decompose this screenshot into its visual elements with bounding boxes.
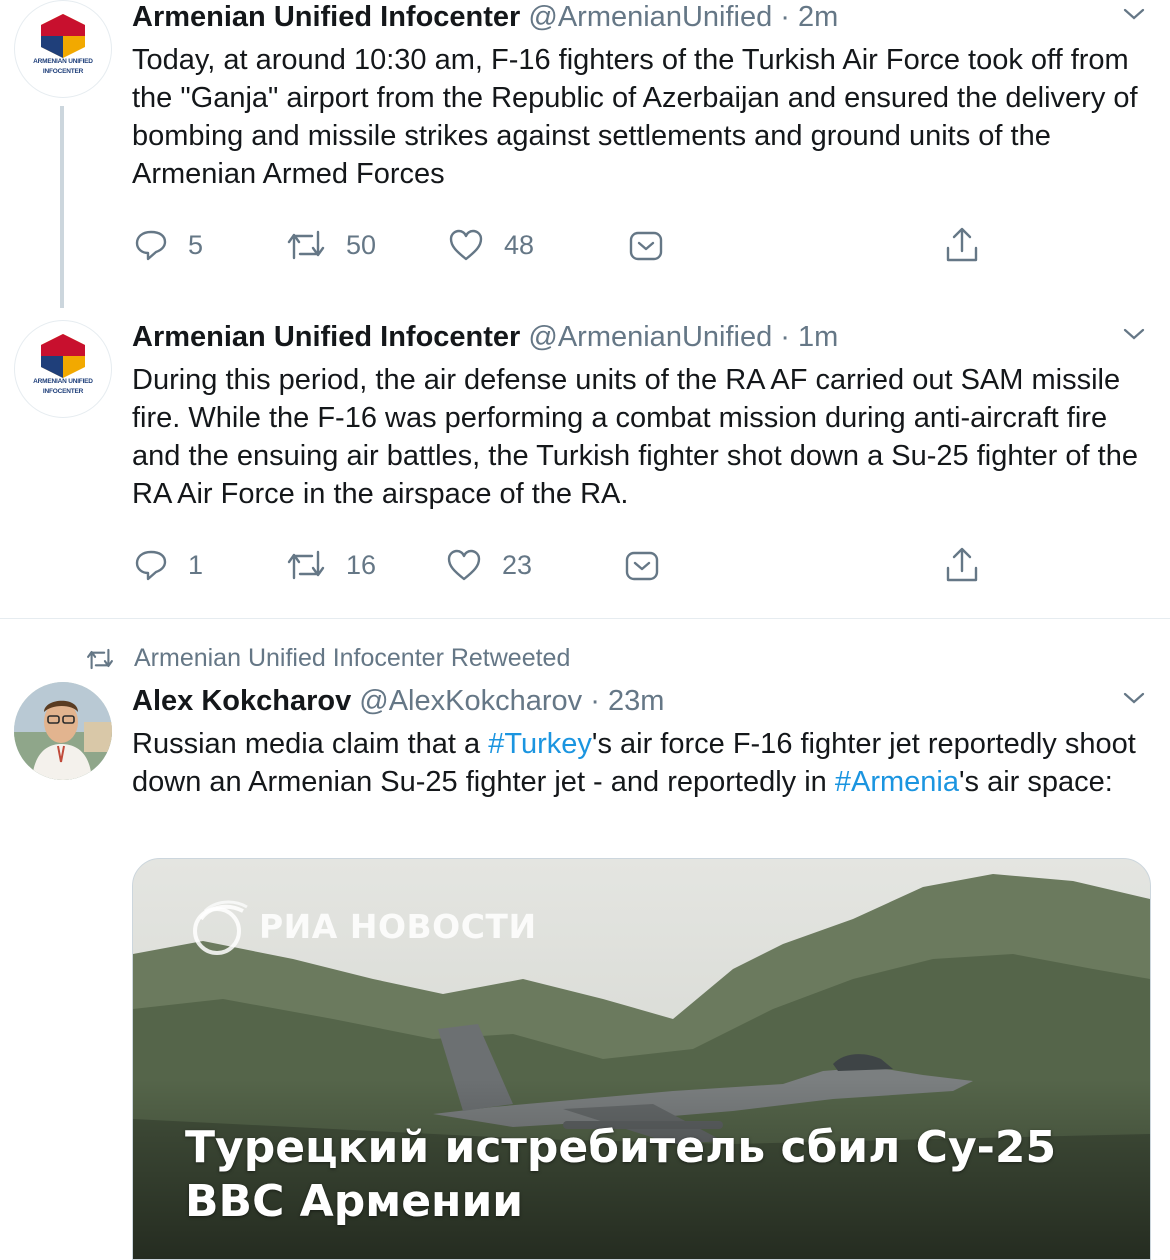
chevron-down-icon[interactable] (1122, 326, 1146, 342)
armenian-unified-logo (41, 334, 85, 378)
tweet-2[interactable]: ARMENIAN UNIFIED INFOCENTER Armenian Uni… (0, 320, 1170, 618)
author-name[interactable]: Alex Kokcharov (132, 685, 351, 717)
hashtag-link[interactable]: #Armenia (835, 766, 959, 798)
author-handle[interactable]: @AlexKokcharov (359, 685, 582, 717)
bookmark-icon (629, 231, 663, 261)
timestamp[interactable]: 23m (608, 685, 664, 717)
separator: · (780, 1, 790, 33)
tweet-text: Today, at around 10:30 am, F-16 fighters… (132, 44, 1138, 190)
retweet-count: 50 (346, 229, 377, 260)
tweet-header: Alex Kokcharov @AlexKokcharov · 23m (132, 684, 664, 718)
avatar[interactable]: ARMENIAN UNIFIED INFOCENTER (14, 320, 112, 418)
reply-button[interactable]: 1 (134, 548, 203, 582)
chevron-down-icon[interactable] (1122, 690, 1146, 706)
tweet-text: Russian media claim that a #Turkey's air… (132, 728, 1136, 798)
like-count: 23 (502, 549, 533, 580)
author-name[interactable]: Armenian Unified Infocenter (132, 321, 520, 353)
share-button[interactable] (944, 546, 980, 584)
logo-caption: ARMENIAN UNIFIED INFOCENTER (33, 378, 93, 395)
tweet-header: Armenian Unified Infocenter @ArmenianUni… (132, 0, 838, 34)
retweet-button[interactable]: 16 (286, 548, 376, 582)
thread-line (60, 106, 64, 308)
tweet-text: During this period, the air defense unit… (132, 364, 1138, 510)
retweet-icon (87, 648, 113, 669)
share-icon (946, 547, 978, 582)
link-card[interactable]: РИА НОВОСТИ Турецкий истребитель сбил Су… (132, 858, 1151, 1260)
reply-count: 5 (188, 229, 204, 260)
tweet-1[interactable]: ARMENIAN UNIFIED INFOCENTER Armenian Uni… (0, 0, 1170, 308)
like-count: 48 (504, 229, 535, 260)
tweet-header: Armenian Unified Infocenter @ArmenianUni… (132, 320, 838, 354)
retweet-count: 16 (346, 549, 377, 580)
heart-icon (449, 229, 483, 261)
separator: · (780, 321, 790, 353)
reply-icon (135, 230, 167, 261)
author-name[interactable]: Armenian Unified Infocenter (132, 1, 520, 33)
reply-count: 1 (188, 549, 204, 580)
profile-photo (14, 682, 112, 780)
retweeted-label: Armenian Unified Infocenter Retweeted (134, 644, 571, 672)
card-title: Турецкий истребитель сбил Су-25 ВВС Арме… (185, 1122, 1057, 1227)
logo-caption: ARMENIAN UNIFIED INFOCENTER (33, 58, 93, 75)
retweet-button[interactable]: 50 (286, 228, 376, 262)
avatar[interactable] (14, 682, 112, 780)
bookmark-icon (625, 551, 659, 581)
heart-icon (447, 549, 481, 581)
retweet-icon (287, 550, 325, 580)
share-button[interactable] (944, 226, 980, 264)
ria-text: РИА НОВОСТИ (259, 906, 537, 946)
chevron-down-icon[interactable] (1122, 6, 1146, 22)
divider (0, 618, 1170, 619)
author-handle[interactable]: @ArmenianUnified (528, 321, 772, 353)
timestamp[interactable]: 1m (798, 321, 838, 353)
reply-button[interactable]: 5 (134, 228, 203, 262)
save-button[interactable] (628, 230, 664, 262)
separator: · (590, 685, 600, 717)
avatar[interactable]: ARMENIAN UNIFIED INFOCENTER (14, 0, 112, 98)
retweet-icon (287, 230, 325, 260)
hashtag-link[interactable]: #Turkey (488, 728, 592, 760)
armenian-unified-logo (41, 14, 85, 58)
retweeted-by[interactable]: Armenian Unified Infocenter Retweeted (86, 644, 570, 673)
share-icon (946, 227, 978, 262)
ria-watermark: РИА НОВОСТИ (191, 897, 537, 955)
author-handle[interactable]: @ArmenianUnified (528, 1, 772, 33)
ria-logo-icon (193, 900, 248, 955)
save-button[interactable] (624, 550, 660, 582)
reply-icon (135, 550, 167, 581)
timestamp[interactable]: 2m (798, 1, 838, 33)
like-button[interactable]: 48 (448, 228, 534, 262)
like-button[interactable]: 23 (446, 548, 532, 582)
